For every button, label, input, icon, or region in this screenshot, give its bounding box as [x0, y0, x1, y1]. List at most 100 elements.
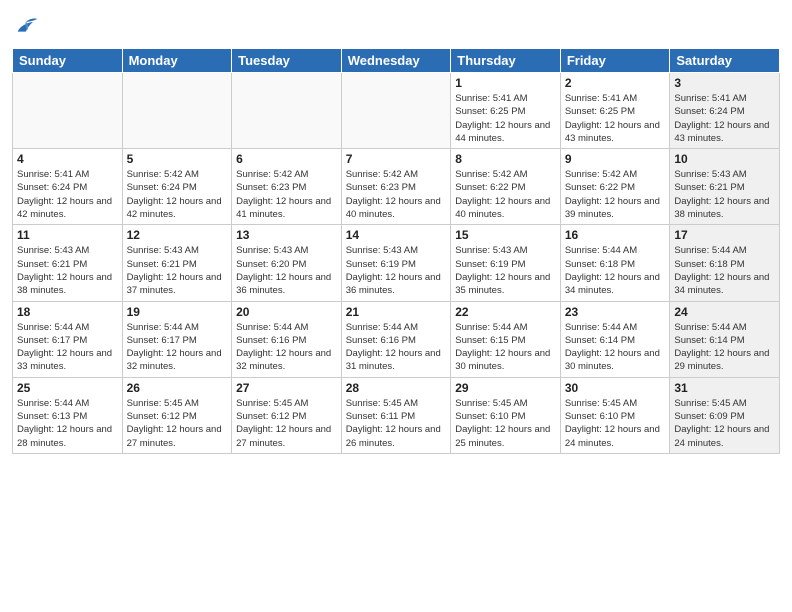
- day-info: Sunrise: 5:44 AM Sunset: 6:16 PM Dayligh…: [346, 321, 447, 374]
- day-info: Sunrise: 5:42 AM Sunset: 6:22 PM Dayligh…: [565, 168, 666, 221]
- day-cell: 5 Sunrise: 5:42 AM Sunset: 6:24 PM Daylig…: [122, 149, 232, 225]
- day-number: 31: [674, 381, 775, 395]
- weekday-header-sunday: Sunday: [13, 49, 123, 73]
- day-cell: 17Sunrise: 5:44 AM Sunset: 6:18 PM Dayli…: [670, 225, 780, 301]
- day-number: 10: [674, 152, 775, 166]
- day-number: 14: [346, 228, 447, 242]
- day-number: 6: [236, 152, 337, 166]
- day-cell: 31 Sunrise: 5:45 AM Sunset: 6:09 PM Dayli…: [670, 377, 780, 453]
- day-number: 27: [236, 381, 337, 395]
- day-number: 21: [346, 305, 447, 319]
- weekday-header-monday: Monday: [122, 49, 232, 73]
- weekday-header-saturday: Saturday: [670, 49, 780, 73]
- day-info: Sunrise: 5:44 AM Sunset: 6:16 PM Dayligh…: [236, 321, 337, 374]
- day-cell: 13 Sunrise: 5:43 AM Sunset: 6:20 PM Dayli…: [232, 225, 342, 301]
- day-cell: 26Sunrise: 5:45 AM Sunset: 6:12 PM Dayli…: [122, 377, 232, 453]
- day-number: 25: [17, 381, 118, 395]
- day-cell: 22 Sunrise: 5:44 AM Sunset: 6:15 PM Dayli…: [451, 301, 561, 377]
- day-info: Sunrise: 5:44 AM Sunset: 6:18 PM Dayligh…: [565, 244, 666, 297]
- day-cell: 1Sunrise: 5:41 AM Sunset: 6:25 PM Daylig…: [451, 73, 561, 149]
- day-cell: 3Sunrise: 5:41 AM Sunset: 6:24 PM Daylig…: [670, 73, 780, 149]
- weekday-header-wednesday: Wednesday: [341, 49, 451, 73]
- day-number: 7: [346, 152, 447, 166]
- day-cell: 4 Sunrise: 5:41 AM Sunset: 6:24 PM Daylig…: [13, 149, 123, 225]
- day-cell: 30 Sunrise: 5:45 AM Sunset: 6:10 PM Dayli…: [560, 377, 670, 453]
- logo-icon: [12, 12, 40, 40]
- week-row-3: 18Sunrise: 5:44 AM Sunset: 6:17 PM Dayli…: [13, 301, 780, 377]
- day-cell: [232, 73, 342, 149]
- weekday-header-row: SundayMondayTuesdayWednesdayThursdayFrid…: [13, 49, 780, 73]
- week-row-0: 1 Sunrise: 5:41 AM Sunset: 6:25 PM Daylig…: [13, 73, 780, 149]
- day-info: Sunrise: 5:43 AM Sunset: 6:21 PM Dayligh…: [674, 168, 775, 221]
- day-info: Sunrise: 5:41 AM Sunset: 6:25 PM Dayligh…: [565, 92, 666, 145]
- day-cell: 23 Sunrise: 5:44 AM Sunset: 6:14 PM Dayli…: [560, 301, 670, 377]
- day-info: Sunrise: 5:44 AM Sunset: 6:15 PM Dayligh…: [455, 321, 556, 374]
- day-info: Sunrise: 5:45 AM Sunset: 6:09 PM Dayligh…: [674, 397, 775, 450]
- day-number: 29: [455, 381, 556, 395]
- day-number: 26: [127, 381, 228, 395]
- day-cell: 28 Sunrise: 5:45 AM Sunset: 6:11 PM Dayli…: [341, 377, 451, 453]
- weekday-header-friday: Friday: [560, 49, 670, 73]
- day-number: 12: [127, 228, 228, 242]
- day-info: Sunrise: 5:45 AM Sunset: 6:10 PM Dayligh…: [565, 397, 666, 450]
- day-info: Sunrise: 5:45 AM Sunset: 6:10 PM Dayligh…: [455, 397, 556, 450]
- day-number: 8: [455, 152, 556, 166]
- weekday-header-tuesday: Tuesday: [232, 49, 342, 73]
- day-info: Sunrise: 5:43 AM Sunset: 6:21 PM Dayligh…: [17, 244, 118, 297]
- logo: [12, 12, 42, 40]
- day-info: Sunrise: 5:42 AM Sunset: 6:22 PM Dayligh…: [455, 168, 556, 221]
- day-info: Sunrise: 5:45 AM Sunset: 6:12 PM Dayligh…: [236, 397, 337, 450]
- day-cell: 9Sunrise: 5:42 AM Sunset: 6:22 PM Daylig…: [560, 149, 670, 225]
- day-cell: 21 Sunrise: 5:44 AM Sunset: 6:16 PM Dayli…: [341, 301, 451, 377]
- day-cell: 7 Sunrise: 5:42 AM Sunset: 6:23 PM Daylig…: [341, 149, 451, 225]
- day-info: Sunrise: 5:44 AM Sunset: 6:14 PM Dayligh…: [674, 321, 775, 374]
- day-number: 17: [674, 228, 775, 242]
- day-info: Sunrise: 5:43 AM Sunset: 6:19 PM Dayligh…: [346, 244, 447, 297]
- day-cell: 16 Sunrise: 5:44 AM Sunset: 6:18 PM Dayli…: [560, 225, 670, 301]
- day-cell: 8 Sunrise: 5:42 AM Sunset: 6:22 PM Daylig…: [451, 149, 561, 225]
- day-number: 30: [565, 381, 666, 395]
- day-info: Sunrise: 5:43 AM Sunset: 6:20 PM Dayligh…: [236, 244, 337, 297]
- day-cell: 10 Sunrise: 5:43 AM Sunset: 6:21 PM Dayli…: [670, 149, 780, 225]
- day-cell: 15 Sunrise: 5:43 AM Sunset: 6:19 PM Dayli…: [451, 225, 561, 301]
- day-number: 22: [455, 305, 556, 319]
- day-number: 11: [17, 228, 118, 242]
- week-row-4: 25Sunrise: 5:44 AM Sunset: 6:13 PM Dayli…: [13, 377, 780, 453]
- day-cell: 6 Sunrise: 5:42 AM Sunset: 6:23 PM Daylig…: [232, 149, 342, 225]
- day-cell: 20 Sunrise: 5:44 AM Sunset: 6:16 PM Dayli…: [232, 301, 342, 377]
- day-number: 4: [17, 152, 118, 166]
- day-cell: 14 Sunrise: 5:43 AM Sunset: 6:19 PM Dayli…: [341, 225, 451, 301]
- header: [12, 12, 780, 40]
- day-info: Sunrise: 5:41 AM Sunset: 6:24 PM Dayligh…: [17, 168, 118, 221]
- day-number: 20: [236, 305, 337, 319]
- week-row-1: 4 Sunrise: 5:41 AM Sunset: 6:24 PM Daylig…: [13, 149, 780, 225]
- day-number: 2: [565, 76, 666, 90]
- day-number: 1: [455, 76, 556, 90]
- day-cell: 19Sunrise: 5:44 AM Sunset: 6:17 PM Dayli…: [122, 301, 232, 377]
- day-number: 24: [674, 305, 775, 319]
- day-cell: 18Sunrise: 5:44 AM Sunset: 6:17 PM Dayli…: [13, 301, 123, 377]
- weekday-header-thursday: Thursday: [451, 49, 561, 73]
- day-number: 5: [127, 152, 228, 166]
- calendar: SundayMondayTuesdayWednesdayThursdayFrid…: [12, 48, 780, 454]
- day-cell: [341, 73, 451, 149]
- day-info: Sunrise: 5:44 AM Sunset: 6:17 PM Dayligh…: [127, 321, 228, 374]
- day-cell: 11 Sunrise: 5:43 AM Sunset: 6:21 PM Dayli…: [13, 225, 123, 301]
- day-info: Sunrise: 5:42 AM Sunset: 6:23 PM Dayligh…: [346, 168, 447, 221]
- day-cell: 29 Sunrise: 5:45 AM Sunset: 6:10 PM Dayli…: [451, 377, 561, 453]
- day-number: 28: [346, 381, 447, 395]
- day-info: Sunrise: 5:43 AM Sunset: 6:19 PM Dayligh…: [455, 244, 556, 297]
- week-row-2: 11 Sunrise: 5:43 AM Sunset: 6:21 PM Dayli…: [13, 225, 780, 301]
- day-info: Sunrise: 5:43 AM Sunset: 6:21 PM Dayligh…: [127, 244, 228, 297]
- day-info: Sunrise: 5:44 AM Sunset: 6:14 PM Dayligh…: [565, 321, 666, 374]
- day-number: 23: [565, 305, 666, 319]
- day-info: Sunrise: 5:42 AM Sunset: 6:24 PM Dayligh…: [127, 168, 228, 221]
- day-cell: 2 Sunrise: 5:41 AM Sunset: 6:25 PM Daylig…: [560, 73, 670, 149]
- day-number: 13: [236, 228, 337, 242]
- day-info: Sunrise: 5:45 AM Sunset: 6:11 PM Dayligh…: [346, 397, 447, 450]
- day-number: 16: [565, 228, 666, 242]
- day-info: Sunrise: 5:44 AM Sunset: 6:17 PM Dayligh…: [17, 321, 118, 374]
- day-number: 15: [455, 228, 556, 242]
- day-cell: 24 Sunrise: 5:44 AM Sunset: 6:14 PM Dayli…: [670, 301, 780, 377]
- day-info: Sunrise: 5:42 AM Sunset: 6:23 PM Dayligh…: [236, 168, 337, 221]
